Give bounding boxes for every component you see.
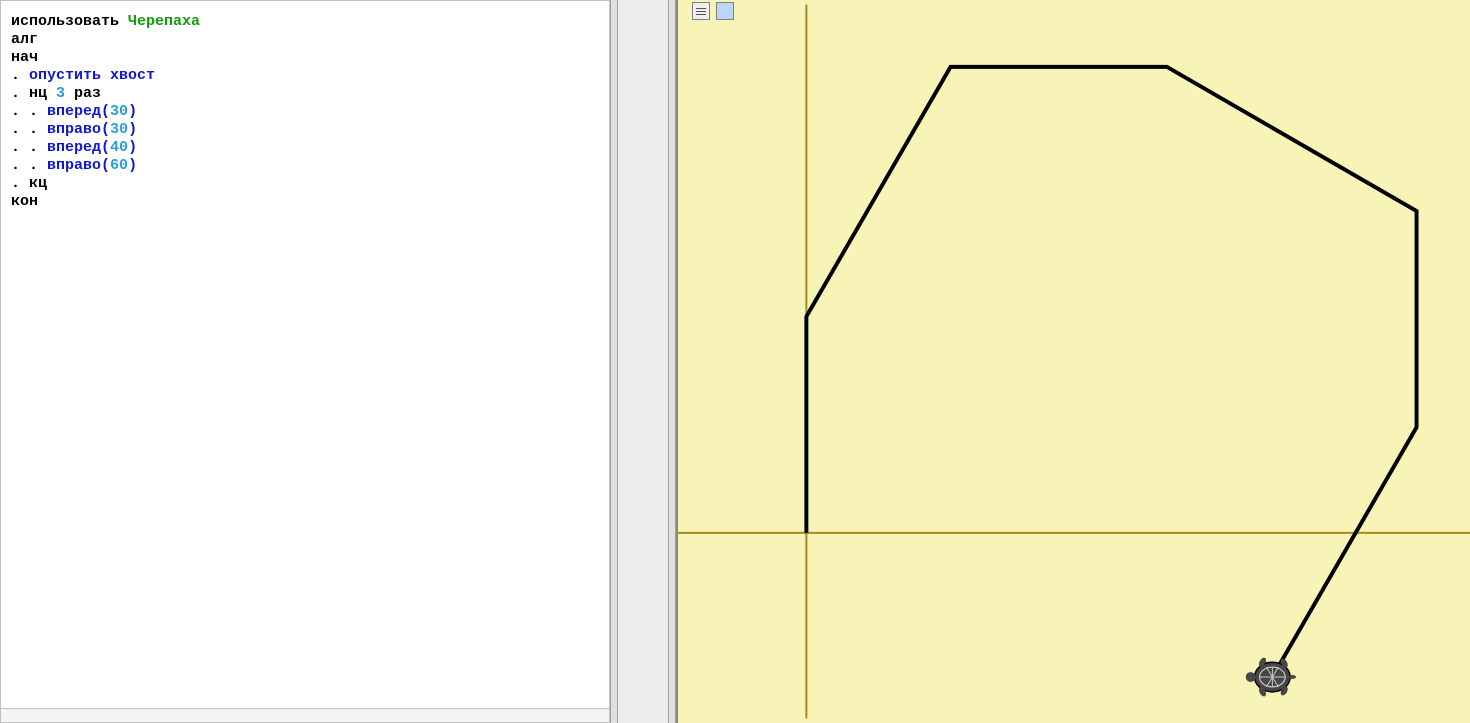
editor-bottom-gutter xyxy=(1,708,609,722)
hamburger-icon xyxy=(696,11,706,12)
vertical-splitter-2[interactable] xyxy=(668,0,676,723)
app-root: использовать Черепахаалгнач. опустить хв… xyxy=(0,0,1470,723)
turtle-canvas-panel xyxy=(676,0,1470,723)
vertical-splitter-1[interactable] xyxy=(610,0,618,723)
code-editor[interactable]: использовать Черепахаалгнач. опустить хв… xyxy=(3,7,601,722)
code-text[interactable]: использовать Черепахаалгнач. опустить хв… xyxy=(3,7,601,217)
turtle-path xyxy=(806,67,1416,677)
canvas-view-button[interactable] xyxy=(716,2,734,20)
code-editor-panel: использовать Черепахаалгнач. опустить хв… xyxy=(0,0,610,723)
turtle-canvas[interactable] xyxy=(678,0,1470,723)
hamburger-icon xyxy=(696,8,706,9)
hamburger-icon xyxy=(696,14,706,15)
canvas-toolbar xyxy=(692,2,734,20)
turtle-icon xyxy=(1246,656,1296,697)
panel-gap xyxy=(618,0,668,723)
canvas-menu-button[interactable] xyxy=(692,2,710,20)
